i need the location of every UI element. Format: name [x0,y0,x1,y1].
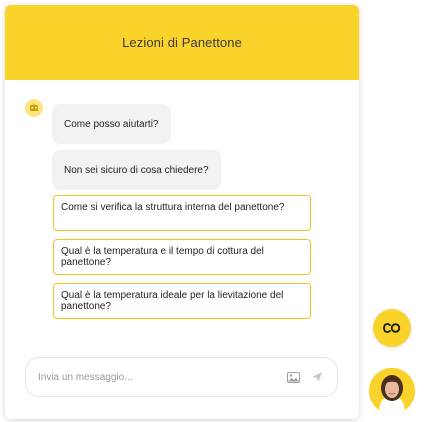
image-icon[interactable] [285,369,301,385]
chat-header: Lezioni di Panettone [5,5,359,80]
suggestion-button[interactable]: Qual è la temperatura ideale per la liev… [53,283,311,319]
bot-message: Come posso aiutarti? [52,104,171,144]
send-icon[interactable] [309,369,325,385]
message-input-bar [25,357,338,397]
suggestion-button[interactable]: Come si verifica la struttura interna de… [53,195,311,231]
bot-message: Non sei sicuro di cosa chiedere? [52,150,221,190]
chat-window: Lezioni di Panettone Come posso aiutarti… [5,5,359,419]
message-list: Come posso aiutarti? Non sei sicuro di c… [5,80,359,359]
chat-bot-icon [25,99,43,117]
bot-message-text: Come posso aiutarti? [64,118,159,130]
message-input[interactable] [38,371,277,383]
link-icon[interactable] [373,309,411,347]
bot-message-text: Non sei sicuro di cosa chiedere? [64,164,209,176]
suggestion-button[interactable]: Qual è la temperatura e il tempo di cott… [53,239,311,275]
chat-title: Lezioni di Panettone [122,35,242,50]
agent-avatar[interactable] [369,368,415,414]
